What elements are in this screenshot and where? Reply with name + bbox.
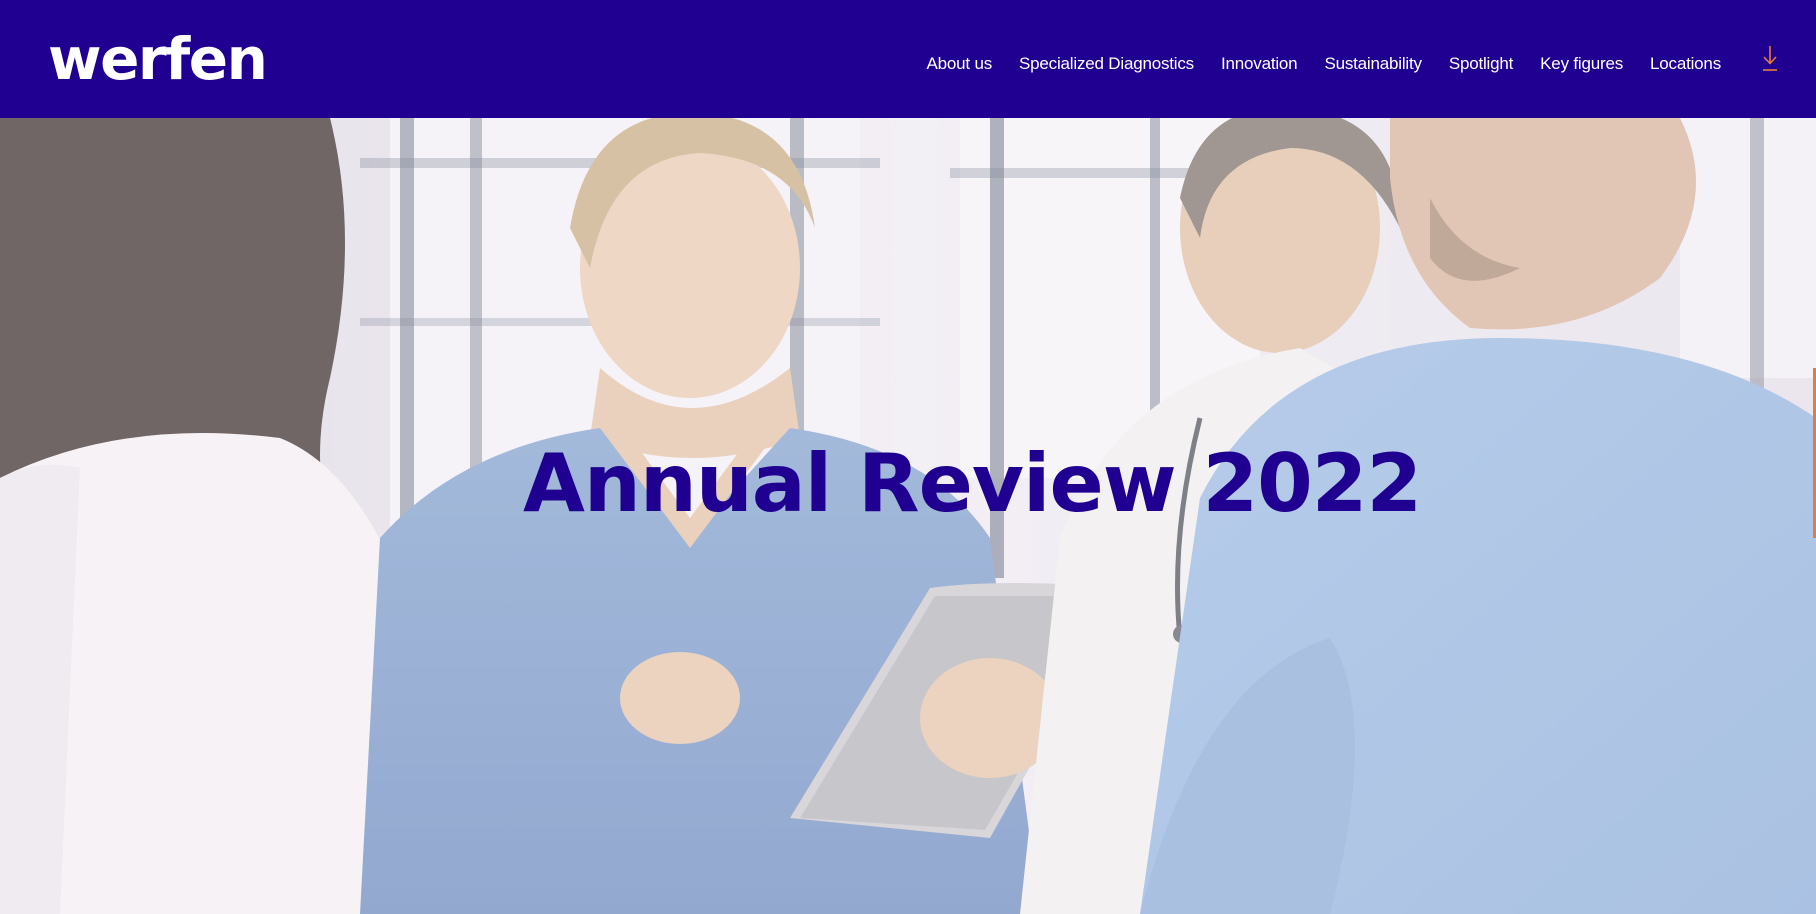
nav-innovation[interactable]: Innovation bbox=[1221, 53, 1298, 75]
download-icon[interactable] bbox=[1759, 44, 1781, 74]
nav-key-figures[interactable]: Key figures bbox=[1540, 53, 1623, 75]
nav-spotlight[interactable]: Spotlight bbox=[1449, 53, 1514, 75]
nav-locations[interactable]: Locations bbox=[1650, 53, 1721, 75]
nav-about-us[interactable]: About us bbox=[927, 53, 993, 75]
werfen-logo[interactable]: werfen bbox=[48, 26, 268, 92]
nav-sustainability[interactable]: Sustainability bbox=[1324, 53, 1422, 75]
hero-section: Annual Review 2022 bbox=[0, 118, 1816, 914]
main-nav: About us Specialized Diagnostics Innovat… bbox=[927, 53, 1722, 75]
hero-title: Annual Review 2022 bbox=[523, 436, 1422, 530]
nav-specialized-diagnostics[interactable]: Specialized Diagnostics bbox=[1019, 53, 1194, 75]
site-header: werfen About us Specialized Diagnostics … bbox=[0, 0, 1816, 118]
